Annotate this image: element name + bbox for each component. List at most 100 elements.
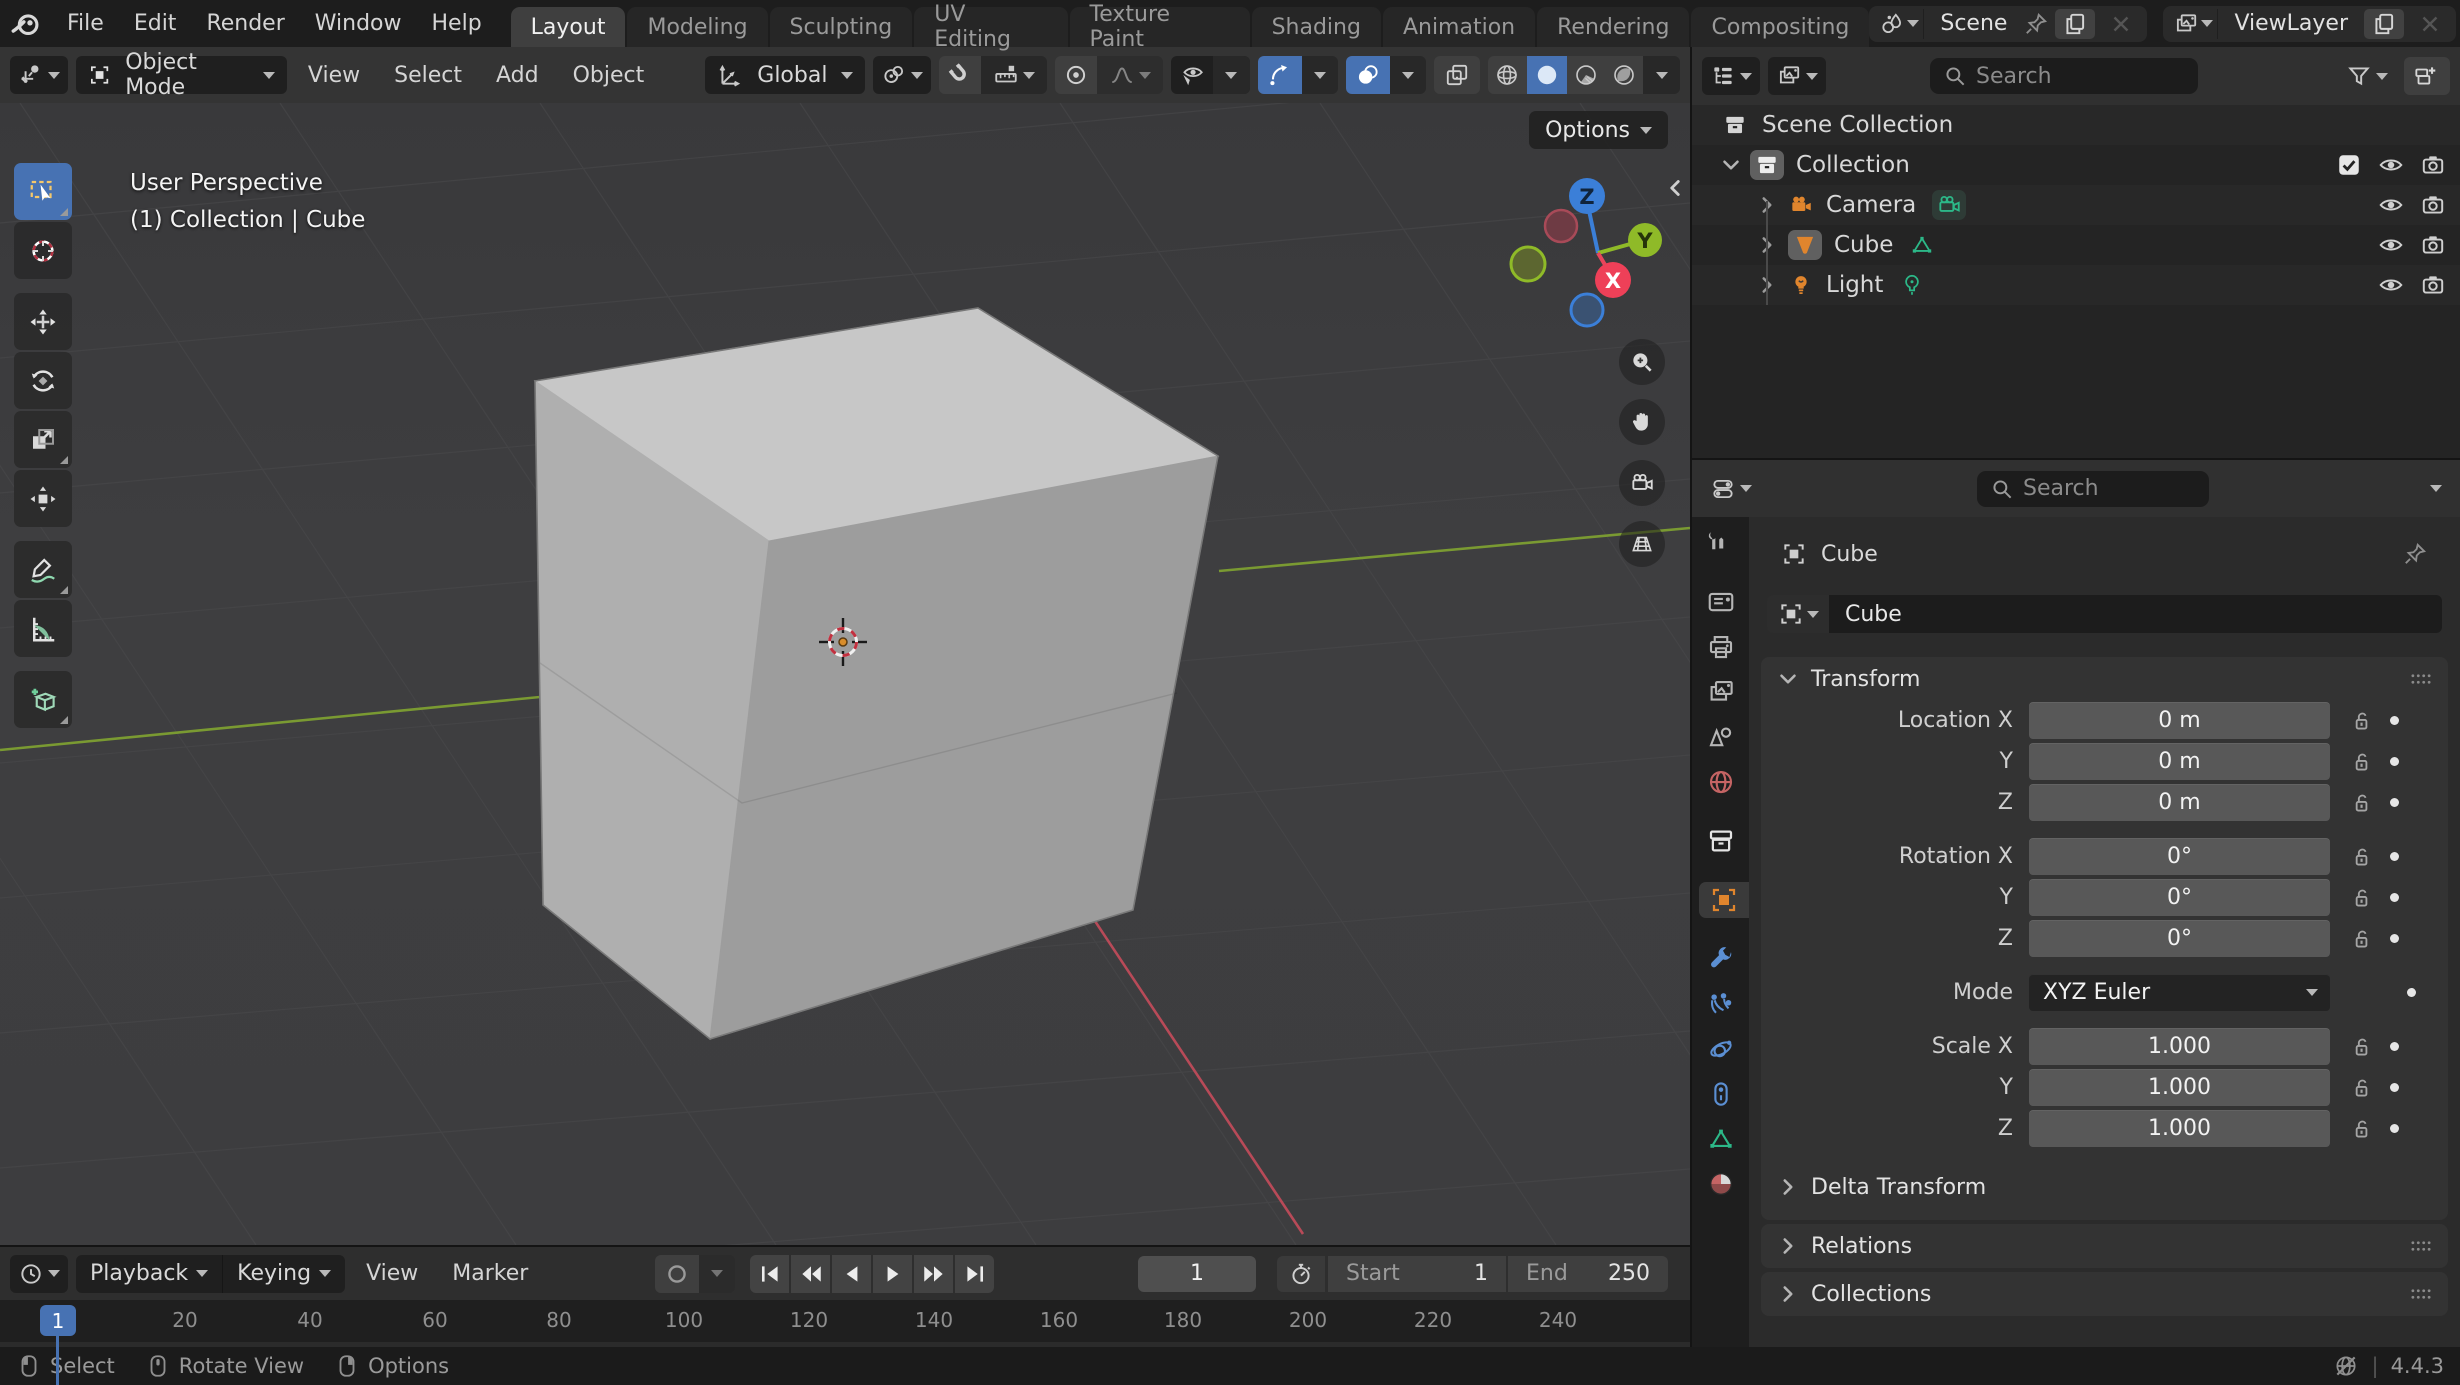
expand-collection-icon[interactable]: [1718, 152, 1744, 178]
lock-icon[interactable]: [2348, 790, 2374, 816]
outliner-filter-button[interactable]: [2338, 57, 2396, 95]
proportional-falloff-dropdown[interactable]: [1097, 56, 1163, 94]
shading-material-button[interactable]: [1567, 56, 1605, 94]
viewlayer-browse-button[interactable]: [2169, 9, 2218, 39]
tool-transform[interactable]: [14, 470, 72, 527]
lock-icon[interactable]: [2348, 749, 2374, 775]
scale-y-field[interactable]: 1.000: [2029, 1069, 2330, 1106]
location-z-field[interactable]: 0 m: [2029, 784, 2330, 821]
object-name-input[interactable]: [1829, 595, 2442, 633]
options-dropdown[interactable]: Options: [1529, 111, 1668, 149]
scene-browse-button[interactable]: [1875, 9, 1924, 39]
disable-render-icon[interactable]: [2420, 272, 2446, 298]
viewlayer-name[interactable]: ViewLayer: [2224, 11, 2358, 36]
shading-solid-button[interactable]: [1527, 56, 1567, 94]
auto-keying-toggle[interactable]: [655, 1255, 699, 1293]
animate-dot[interactable]: [2390, 798, 2399, 807]
tab-scene[interactable]: [1699, 719, 1743, 755]
tab-modeling[interactable]: Modeling: [627, 7, 767, 47]
tab-physics[interactable]: [1699, 1031, 1743, 1067]
orientation-dropdown[interactable]: Global: [705, 56, 865, 94]
current-frame-field[interactable]: 1: [1138, 1256, 1256, 1292]
play-button[interactable]: [873, 1255, 912, 1293]
delete-viewlayer-button[interactable]: [2410, 9, 2450, 39]
tool-scale[interactable]: [14, 411, 72, 468]
animate-dot[interactable]: [2390, 1083, 2399, 1092]
new-collection-button[interactable]: [2404, 57, 2450, 95]
scene-name[interactable]: Scene: [1930, 11, 2017, 36]
outliner-row-scene-collection[interactable]: Scene Collection: [1692, 105, 2460, 145]
shading-wireframe-button[interactable]: [1488, 56, 1526, 94]
show-overlays-toggle[interactable]: [1346, 56, 1390, 94]
hide-viewport-icon[interactable]: [2378, 152, 2404, 178]
tool-add-cube[interactable]: [14, 671, 72, 728]
tab-render[interactable]: [1699, 584, 1743, 620]
tab-texture-paint[interactable]: Texture Paint: [1070, 7, 1250, 47]
animate-dot[interactable]: [2407, 988, 2416, 997]
tab-world[interactable]: [1699, 764, 1743, 800]
overlays-dropdown[interactable]: [1390, 56, 1427, 94]
snap-settings-dropdown[interactable]: [981, 56, 1047, 94]
lock-icon[interactable]: [2348, 844, 2374, 870]
menu-file[interactable]: File: [52, 11, 119, 36]
outliner-search[interactable]: [1930, 58, 2198, 94]
lock-icon[interactable]: [2348, 1034, 2374, 1060]
pin-icon[interactable]: [2023, 11, 2049, 37]
properties-editor-type-button[interactable]: [1702, 470, 1760, 508]
outliner-label[interactable]: Collection: [1796, 152, 1910, 178]
expand-icon[interactable]: [1775, 1233, 1801, 1259]
tab-collection[interactable]: [1699, 823, 1743, 859]
snap-toggle[interactable]: [939, 56, 981, 94]
animate-dot[interactable]: [2390, 1124, 2399, 1133]
timeline-ruler[interactable]: 1 20 40 60 80 100 120 140 160 180 200 22…: [0, 1300, 1690, 1342]
animate-dot[interactable]: [2390, 1042, 2399, 1051]
disable-render-icon[interactable]: [2420, 192, 2446, 218]
prev-keyframe-button[interactable]: [791, 1255, 830, 1293]
tab-animation[interactable]: Animation: [1383, 7, 1535, 47]
tab-rendering[interactable]: Rendering: [1537, 7, 1689, 47]
panel-grip-icon[interactable]: [2408, 1281, 2434, 1307]
light-data-icon[interactable]: [1899, 272, 1925, 298]
tab-object[interactable]: [1699, 882, 1749, 918]
rotation-z-field[interactable]: 0°: [2029, 920, 2330, 957]
tab-layout[interactable]: Layout: [511, 7, 626, 47]
mode-dropdown[interactable]: Object Mode: [76, 56, 287, 94]
panel-grip-icon[interactable]: [2408, 1233, 2434, 1259]
tool-move[interactable]: [14, 293, 72, 350]
blender-logo-icon[interactable]: [0, 7, 52, 41]
outliner-label[interactable]: Camera: [1826, 192, 1916, 218]
outliner-search-input[interactable]: [1976, 64, 2126, 89]
location-x-field[interactable]: 0 m: [2029, 702, 2330, 739]
tab-view-layer[interactable]: [1699, 674, 1743, 710]
lock-icon[interactable]: [2348, 1116, 2374, 1142]
scale-z-field[interactable]: 1.000: [2029, 1110, 2330, 1147]
tab-compositing[interactable]: Compositing: [1691, 7, 1869, 47]
properties-search[interactable]: [1977, 471, 2209, 507]
outliner-label[interactable]: Cube: [1834, 232, 1893, 258]
relations-panel-header[interactable]: Relations: [1761, 1224, 2448, 1268]
offline-icon[interactable]: [2333, 1353, 2359, 1379]
exclude-checkbox[interactable]: [2336, 152, 2362, 178]
tool-annotate[interactable]: [14, 541, 72, 598]
pan-button[interactable]: [1619, 399, 1665, 445]
new-viewlayer-button[interactable]: [2364, 9, 2404, 39]
collections-panel-header[interactable]: Collections: [1761, 1272, 2448, 1316]
tab-output[interactable]: [1699, 629, 1743, 665]
show-object-types-toggle[interactable]: [1171, 56, 1213, 94]
toggle-ortho-button[interactable]: [1619, 521, 1665, 567]
menu-view[interactable]: View: [295, 63, 373, 88]
playback-menu[interactable]: Playback: [76, 1255, 222, 1293]
outliner-row-light[interactable]: Light: [1692, 265, 2460, 305]
disable-render-icon[interactable]: [2420, 232, 2446, 258]
outliner-label[interactable]: Scene Collection: [1762, 112, 1953, 138]
tab-particles[interactable]: [1699, 986, 1743, 1022]
animate-dot[interactable]: [2390, 716, 2399, 725]
tool-measure[interactable]: [14, 600, 72, 657]
properties-search-input[interactable]: [2023, 476, 2173, 501]
timeline-marker-menu[interactable]: Marker: [439, 1261, 541, 1286]
menu-render[interactable]: Render: [191, 11, 299, 36]
tool-cursor[interactable]: [14, 222, 72, 279]
menu-add[interactable]: Add: [483, 63, 552, 88]
animate-dot[interactable]: [2390, 893, 2399, 902]
timeline-view-menu[interactable]: View: [353, 1261, 431, 1286]
